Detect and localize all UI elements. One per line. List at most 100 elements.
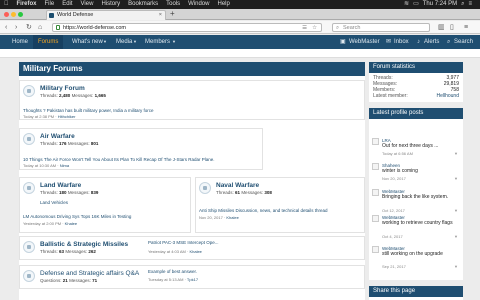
latest-thread-link[interactable]: Thoughts ? Pakistan has built military p…	[23, 108, 154, 113]
menu-tools[interactable]: Tools	[166, 0, 180, 9]
menu-file[interactable]: File	[45, 0, 55, 9]
forum-node[interactable]: Military Forum Threads: 2,480 Messages: …	[19, 80, 365, 120]
nav-inbox[interactable]: Inbox	[394, 35, 409, 49]
chevron-down-icon[interactable]: ▼	[103, 35, 107, 49]
latest-thread-link[interactable]: Patriot PAC-3 MSE Intercept Ope...	[148, 240, 218, 245]
forum-node[interactable]: Defense and Strategic affairs Q&A Questi…	[19, 265, 365, 289]
nav-forums[interactable]: Forums	[33, 35, 64, 49]
wifi-icon[interactable]: ≋	[404, 0, 409, 9]
chevron-down-icon[interactable]: ▼	[133, 35, 137, 49]
chevron-down-icon[interactable]: ▼	[454, 176, 458, 181]
forum-icon	[199, 182, 211, 194]
nav-media[interactable]: Media	[116, 35, 132, 49]
forum-title[interactable]: Ballistic & Strategic Missiles	[40, 241, 128, 248]
latest-meta: Yesterday at 2:00 PM · Khalee	[23, 221, 78, 226]
forum-title[interactable]: Naval Warfare	[216, 182, 259, 189]
user-menu[interactable]: WebMaster	[349, 35, 380, 49]
post-date: Sep 21, 2017	[382, 264, 406, 269]
forward-icon[interactable]: ›	[15, 23, 17, 32]
menu-edit[interactable]: Edit	[62, 0, 72, 9]
forum-title[interactable]: Air Warfare	[40, 133, 75, 140]
post-text: still working on the upgrade	[382, 251, 443, 257]
mac-menu-bar:  Firefox File Edit View History Bookmar…	[0, 0, 480, 9]
sidebar-icon[interactable]: ▯	[450, 23, 454, 32]
menu-bookmarks[interactable]: Bookmarks	[128, 0, 158, 9]
minimize-window-button[interactable]	[11, 12, 16, 17]
close-tab-icon[interactable]: ×	[159, 11, 162, 20]
panel-title: Share this page	[369, 286, 463, 297]
chevron-down-icon[interactable]: ▼	[454, 264, 458, 269]
new-tab-button[interactable]: +	[170, 9, 175, 19]
forum-icon	[23, 182, 35, 194]
avatar[interactable]	[372, 246, 379, 253]
chevron-down-icon[interactable]: ▼	[454, 234, 458, 239]
close-window-button[interactable]	[4, 12, 9, 17]
menu-window[interactable]: Window	[188, 0, 209, 9]
chevron-down-icon[interactable]: ▼	[454, 208, 458, 213]
apple-icon[interactable]: 	[4, 0, 9, 9]
hamburger-menu-icon[interactable]: ≡	[464, 23, 468, 32]
chevron-down-icon[interactable]: ▼	[454, 151, 458, 156]
browser-toolbar: ‹ › ↻ ⌂ https://world-defense.com ☰ ☆ ⌕ …	[0, 21, 480, 34]
avatar[interactable]	[372, 215, 379, 222]
forum-stats: Questions: 21 Messages: 71	[40, 278, 98, 283]
forum-icon	[23, 241, 35, 253]
latest-thread-link[interactable]: 10 Things The Air Force Won't Tell You A…	[23, 157, 214, 162]
subforum-link[interactable]: Land Vehicles	[40, 200, 68, 205]
library-icon[interactable]: ▥	[438, 23, 445, 32]
search-icon[interactable]: ⌕	[447, 35, 450, 49]
avatar[interactable]	[372, 189, 379, 196]
spotlight-icon[interactable]: ⌕	[461, 0, 464, 9]
forum-list: Military Forums Military Forum Threads: …	[19, 62, 365, 300]
latest-member-link[interactable]: Hellhound	[436, 93, 459, 99]
favicon-icon	[49, 13, 54, 18]
forum-title[interactable]: Military Forum	[40, 85, 85, 92]
nav-search[interactable]: Search	[454, 35, 473, 49]
latest-thread-link[interactable]: Example of best answer.	[148, 269, 197, 274]
menu-history[interactable]: History	[101, 0, 120, 9]
menu-firefox[interactable]: Firefox	[17, 0, 37, 9]
nav-alerts[interactable]: Alerts	[424, 35, 439, 49]
forum-node[interactable]: Air Warfare Threads: 176 Messages: 801 1…	[19, 128, 263, 170]
tab-world-defense[interactable]: World Defense ×	[46, 10, 166, 20]
search-placeholder: Search	[343, 25, 361, 31]
nav-members[interactable]: Members	[145, 35, 170, 49]
search-input[interactable]: ⌕ Search	[332, 23, 430, 32]
forum-node[interactable]: Naval Warfare Threads: 61 Messages: 308 …	[195, 177, 365, 233]
inbox-icon[interactable]: ✉	[386, 35, 391, 49]
latest-thread-link[interactable]: LM Autonomous Driving Sys Tops 16K Miles…	[23, 214, 131, 219]
panel-title: Forum statistics	[369, 62, 463, 73]
menu-list-icon[interactable]: ≡	[468, 0, 472, 9]
avatar[interactable]	[372, 138, 379, 145]
url-bar[interactable]: https://world-defense.com ☰ ☆	[52, 23, 322, 32]
home-icon[interactable]: ⌂	[38, 23, 42, 32]
zoom-window-button[interactable]	[18, 12, 23, 17]
site-navigation: Home Forums What's new ▼ Media ▼ Members…	[0, 35, 480, 49]
menu-view[interactable]: View	[81, 0, 94, 9]
forum-title[interactable]: Land Warfare	[40, 182, 81, 189]
forum-icon	[23, 85, 35, 97]
category-title[interactable]: Military Forums	[19, 62, 365, 76]
user-avatar-icon[interactable]: ▣	[340, 35, 346, 49]
forum-node[interactable]: Ballistic & Strategic Missiles Threads: …	[19, 236, 365, 260]
battery-icon[interactable]: ▭	[413, 0, 419, 9]
forum-title[interactable]: Defense and Strategic affairs Q&A	[40, 270, 139, 277]
chevron-down-icon[interactable]: ▼	[172, 35, 176, 49]
forum-node[interactable]: Land Warfare Threads: 180 Messages: 839 …	[19, 177, 191, 233]
reader-icon[interactable]: ☰	[302, 24, 307, 32]
menu-help[interactable]: Help	[217, 0, 229, 9]
post-text: winter is coming	[382, 168, 418, 174]
forum-stats: Threads: 2,480 Messages: 1,665	[40, 93, 106, 98]
avatar[interactable]	[372, 163, 379, 170]
nav-home[interactable]: Home	[12, 35, 28, 49]
latest-thread-link[interactable]: Anti Ship Missiles Discussion, news, and…	[199, 208, 328, 213]
url-value: https://world-defense.com	[63, 25, 126, 31]
clock[interactable]: Thu 7:24 PM	[423, 0, 457, 9]
reload-icon[interactable]: ↻	[26, 23, 32, 32]
nav-whats-new[interactable]: What's new	[72, 35, 103, 49]
bell-icon[interactable]: ♪	[417, 35, 420, 49]
back-icon[interactable]: ‹	[5, 23, 7, 32]
bookmark-star-icon[interactable]: ☆	[312, 24, 317, 32]
forum-icon	[23, 270, 35, 282]
tab-title: World Defense	[57, 12, 94, 18]
